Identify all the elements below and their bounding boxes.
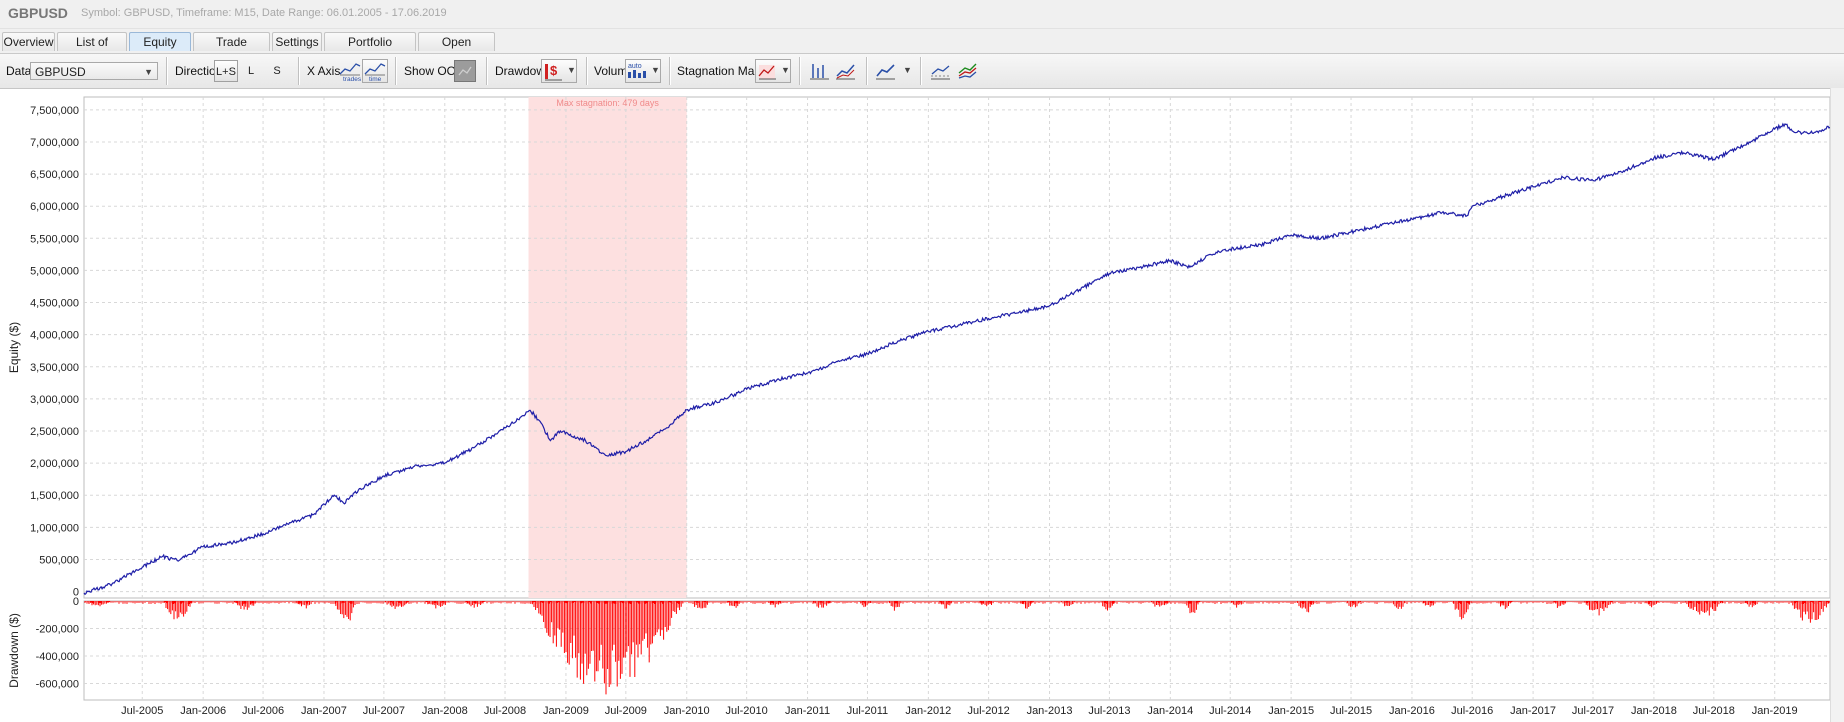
equity-y-tick: 1,000,000	[30, 522, 79, 534]
equity-y-tick: 7,000,000	[30, 137, 79, 149]
x-tick-label: Jan-2016	[1389, 705, 1435, 717]
equity-y-tick: 3,000,000	[30, 394, 79, 406]
x-tick-label: Jan-2015	[1268, 705, 1314, 717]
date-x-axis: Jul-2005 Jan-2006 Jul-2006 Jan-2007 Jul-2007…	[121, 705, 1798, 717]
drawdown-y-label: Drawdown ($)	[7, 613, 21, 688]
drawdown-y-tick: 0	[73, 596, 79, 608]
x-tick-label: Jul-2018	[1693, 705, 1735, 717]
x-tick-label: Jul-2005	[121, 705, 163, 717]
x-tick-label: Jan-2019	[1752, 705, 1798, 717]
x-tick-label: Jul-2016	[1451, 705, 1493, 717]
equity-y-tick: 6,000,000	[30, 201, 79, 213]
equity-y-tick: 7,500,000	[30, 105, 79, 117]
x-tick-label: Jul-2007	[363, 705, 405, 717]
x-tick-label: Jan-2018	[1631, 705, 1677, 717]
equity-y-axis: 7,500,000 7,000,000 6,500,000 6,000,000 5,50…	[30, 105, 79, 599]
x-tick-label: Jul-2015	[1330, 705, 1372, 717]
x-tick-label: Jan-2006	[180, 705, 226, 717]
x-tick-label: Jan-2014	[1147, 705, 1193, 717]
equity-chart-area: 7,500,000 7,000,000 6,500,000 6,000,000 5,50…	[7, 96, 1831, 717]
x-tick-label: Jan-2009	[543, 705, 589, 717]
x-tick-label: Jul-2008	[484, 705, 526, 717]
x-tick-label: Jul-2011	[847, 705, 888, 717]
x-tick-label: Jul-2012	[968, 705, 1010, 717]
x-tick-label: Jan-2007	[301, 705, 347, 717]
x-tick-label: Jan-2013	[1027, 705, 1073, 717]
drawdown-y-tick: -200,000	[36, 624, 79, 636]
drawdown-plot-frame	[83, 600, 1831, 701]
x-tick-label: Jul-2009	[605, 705, 647, 717]
equity-y-tick: 3,500,000	[30, 362, 79, 374]
equity-y-tick: 4,500,000	[30, 298, 79, 310]
drawdown-panel: 0 -200,000 -400,000 -600,000 Drawdown ($)	[7, 596, 1831, 701]
drawdown-y-tick: -600,000	[36, 679, 79, 691]
drawdown-y-tick: -400,000	[36, 651, 79, 663]
x-tick-label: Jan-2011	[785, 705, 830, 717]
x-tick-label: Jul-2006	[242, 705, 284, 717]
equity-panel: 7,500,000 7,000,000 6,500,000 6,000,000 5,50…	[7, 96, 1831, 599]
x-tick-label: Jul-2013	[1088, 705, 1130, 717]
equity-y-tick: 1,500,000	[30, 490, 79, 502]
x-tick-label: Jan-2012	[905, 705, 951, 717]
vertical-scrollbar[interactable]	[1830, 88, 1844, 722]
x-tick-label: Jan-2010	[664, 705, 710, 717]
equity-y-tick: 500,000	[39, 554, 79, 566]
x-tick-label: Jan-2017	[1510, 705, 1556, 717]
equity-y-tick: 5,500,000	[30, 233, 79, 245]
equity-y-tick: 4,000,000	[30, 330, 79, 342]
x-tick-label: Jul-2014	[1209, 705, 1251, 717]
stagnation-label: Max stagnation: 479 days	[556, 98, 659, 108]
equity-y-label: Equity ($)	[7, 322, 21, 373]
x-tick-label: Jul-2010	[726, 705, 768, 717]
x-tick-label: Jan-2008	[422, 705, 468, 717]
drawdown-y-axis: 0 -200,000 -400,000 -600,000	[36, 596, 79, 691]
equity-y-tick: 5,000,000	[30, 265, 79, 277]
equity-y-tick: 2,000,000	[30, 458, 79, 470]
equity-y-tick: 6,500,000	[30, 169, 79, 181]
x-tick-label: Jul-2017	[1572, 705, 1614, 717]
equity-y-tick: 2,500,000	[30, 426, 79, 438]
equity-plot-frame	[83, 96, 1831, 599]
stagnation-highlight	[528, 97, 687, 598]
